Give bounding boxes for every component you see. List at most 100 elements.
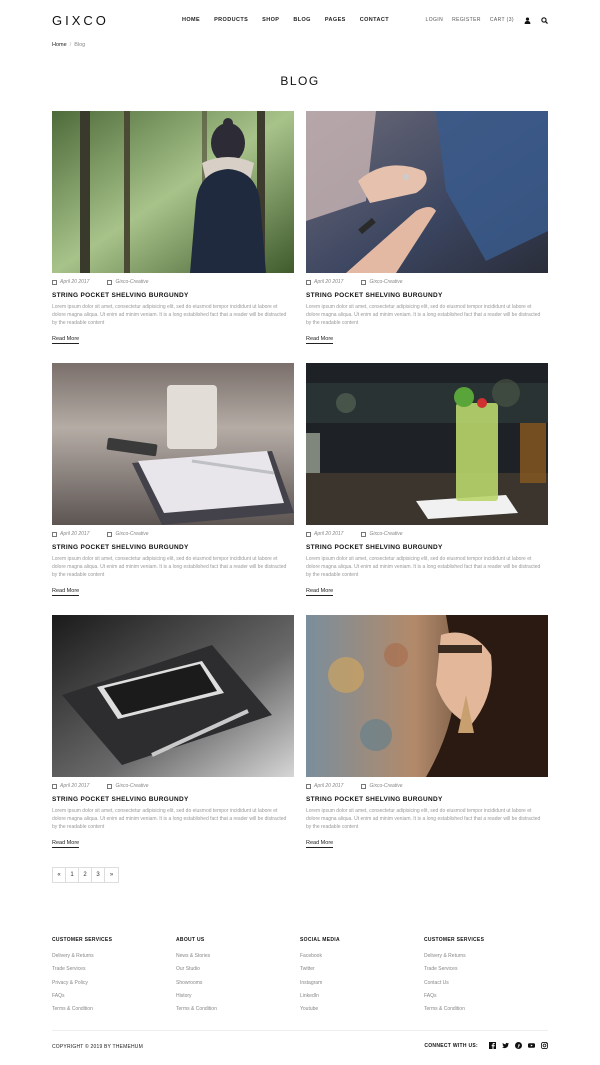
footer-link[interactable]: Terms & Condition	[52, 1006, 176, 1012]
footer-link[interactable]: Terms & Condition	[176, 1006, 300, 1012]
read-more-link[interactable]: Read More	[306, 840, 334, 849]
blog-post: April 20 2017 Gixco-Creative STRING POCK…	[306, 615, 548, 849]
breadcrumb-separator: /	[69, 42, 72, 48]
youtube-icon[interactable]	[528, 1042, 535, 1049]
footer-heading: ABOUT US	[176, 937, 205, 943]
post-author[interactable]: Gixco-Creative	[369, 531, 402, 537]
footer-link[interactable]: Trade Services	[52, 966, 176, 972]
edit-icon	[361, 783, 367, 789]
post-meta: April 20 2017 Gixco-Creative	[52, 279, 294, 285]
footer-column-about-us: ABOUT US News & Stories Our Studio Showr…	[176, 937, 300, 1019]
post-meta: April 20 2017 Gixco-Creative	[52, 783, 294, 789]
calendar-icon	[52, 279, 57, 285]
read-more-link[interactable]: Read More	[306, 336, 334, 345]
pagination-page-1[interactable]: 1	[66, 868, 79, 882]
edit-icon	[361, 279, 367, 285]
post-date: April 20 2017	[314, 783, 344, 789]
pagination-next[interactable]: »	[105, 868, 118, 882]
logo[interactable]: GIXCO	[52, 13, 182, 28]
footer-link[interactable]: Instagram	[300, 980, 424, 986]
footer-divider	[52, 1030, 548, 1031]
post-title[interactable]: STRING POCKET SHELVING BURGUNDY	[52, 796, 294, 803]
blog-post: April 20 2017 Gixco-Creative STRING POCK…	[306, 363, 548, 597]
post-title[interactable]: STRING POCKET SHELVING BURGUNDY	[306, 292, 548, 299]
connect-label: CONNECT WITH US:	[424, 1042, 478, 1049]
post-author[interactable]: Gixco-Creative	[115, 783, 148, 789]
post-title[interactable]: STRING POCKET SHELVING BURGUNDY	[306, 544, 548, 551]
footer-link[interactable]: FAQs	[424, 993, 548, 999]
nav-contact[interactable]: CONTACT	[360, 17, 389, 23]
blog-post: April 20 2017 Gixco-Creative STRING POCK…	[52, 111, 294, 345]
footer-link[interactable]: Twitter	[300, 966, 424, 972]
post-image-holding-hands[interactable]	[306, 111, 548, 273]
nav-shop[interactable]: SHOP	[262, 17, 279, 23]
post-author[interactable]: Gixco-Creative	[115, 531, 148, 537]
edit-icon	[361, 531, 367, 537]
footer-link[interactable]: Youtube	[300, 1006, 424, 1012]
post-author[interactable]: Gixco-Creative	[369, 279, 402, 285]
footer-link[interactable]: News & Stories	[176, 953, 300, 959]
footer-link[interactable]: Trade Services	[424, 966, 548, 972]
read-more-link[interactable]: Read More	[52, 588, 80, 597]
blog-post: April 20 2017 Gixco-Creative STRING POCK…	[52, 615, 294, 849]
pagination-page-3[interactable]: 3	[92, 868, 105, 882]
footer-link[interactable]: Privacy & Policy	[52, 980, 176, 986]
calendar-icon	[306, 279, 311, 285]
breadcrumb: Home / Blog	[52, 42, 85, 48]
nav-products[interactable]: PRODUCTS	[214, 17, 248, 23]
footer-link[interactable]: Terms & Condition	[424, 1006, 548, 1012]
calendar-icon	[306, 531, 311, 537]
read-more-link[interactable]: Read More	[52, 840, 80, 849]
post-meta: April 20 2017 Gixco-Creative	[306, 531, 548, 537]
cart-link[interactable]: CART (3)	[490, 17, 514, 23]
post-title[interactable]: STRING POCKET SHELVING BURGUNDY	[306, 796, 548, 803]
footer-link[interactable]: Delivery & Returns	[52, 953, 176, 959]
facebook-icon[interactable]	[489, 1042, 496, 1049]
pagination-prev[interactable]: «	[53, 868, 66, 882]
edit-icon	[107, 531, 113, 537]
read-more-link[interactable]: Read More	[306, 588, 334, 597]
post-excerpt: Lorem ipsum dolor sit amet, consectetur …	[52, 304, 287, 326]
breadcrumb-home[interactable]: Home	[52, 42, 67, 48]
footer-column-customer-services: CUSTOMER SERVICES Delivery & Returns Tra…	[52, 937, 176, 1019]
read-more-link[interactable]: Read More	[52, 336, 80, 345]
footer-link[interactable]: History	[176, 993, 300, 999]
footer-link[interactable]: Delivery & Returns	[424, 953, 548, 959]
footer-link[interactable]: LinkedIn	[300, 993, 424, 999]
pinterest-icon[interactable]	[515, 1042, 522, 1049]
footer-link[interactable]: FAQs	[52, 993, 176, 999]
post-excerpt: Lorem ipsum dolor sit amet, consectetur …	[52, 556, 287, 578]
post-image-woman-with-earring[interactable]	[306, 615, 548, 777]
user-icon[interactable]	[523, 16, 531, 24]
copyright: COPYRIGHT © 2019 BY THEMEHUM	[52, 1044, 143, 1050]
footer-link[interactable]: Facebook	[300, 953, 424, 959]
post-title[interactable]: STRING POCKET SHELVING BURGUNDY	[52, 292, 294, 299]
search-icon[interactable]	[540, 16, 548, 24]
footer-heading: SOCIAL MEDIA	[300, 937, 340, 943]
pagination-page-2[interactable]: 2	[79, 868, 92, 882]
post-image-mojito-drink[interactable]	[306, 363, 548, 525]
instagram-icon[interactable]	[541, 1042, 548, 1049]
nav-blog[interactable]: BLOG	[293, 17, 311, 23]
post-author[interactable]: Gixco-Creative	[115, 279, 148, 285]
post-author[interactable]: Gixco-Creative	[369, 783, 402, 789]
nav-home[interactable]: HOME	[182, 17, 200, 23]
footer-link[interactable]: Contact Us	[424, 980, 548, 986]
footer-link[interactable]: Our Studio	[176, 966, 300, 972]
post-excerpt: Lorem ipsum dolor sit amet, consectetur …	[52, 808, 287, 830]
post-date: April 20 2017	[60, 783, 90, 789]
register-link[interactable]: REGISTER	[452, 17, 481, 23]
post-meta: April 20 2017 Gixco-Creative	[52, 531, 294, 537]
social-links: CONNECT WITH US:	[424, 1042, 548, 1049]
post-excerpt: Lorem ipsum dolor sit amet, consectetur …	[306, 556, 541, 578]
nav-pages[interactable]: PAGES	[325, 17, 346, 23]
footer-link[interactable]: Showrooms	[176, 980, 300, 986]
pagination: « 1 2 3 »	[52, 867, 119, 883]
edit-icon	[107, 783, 113, 789]
post-image-phone-and-pen[interactable]	[52, 615, 294, 777]
post-image-desk-notebook[interactable]	[52, 363, 294, 525]
post-image-woman-in-forest[interactable]	[52, 111, 294, 273]
login-link[interactable]: LOGIN	[426, 17, 444, 23]
twitter-icon[interactable]	[502, 1042, 509, 1049]
post-title[interactable]: STRING POCKET SHELVING BURGUNDY	[52, 544, 294, 551]
